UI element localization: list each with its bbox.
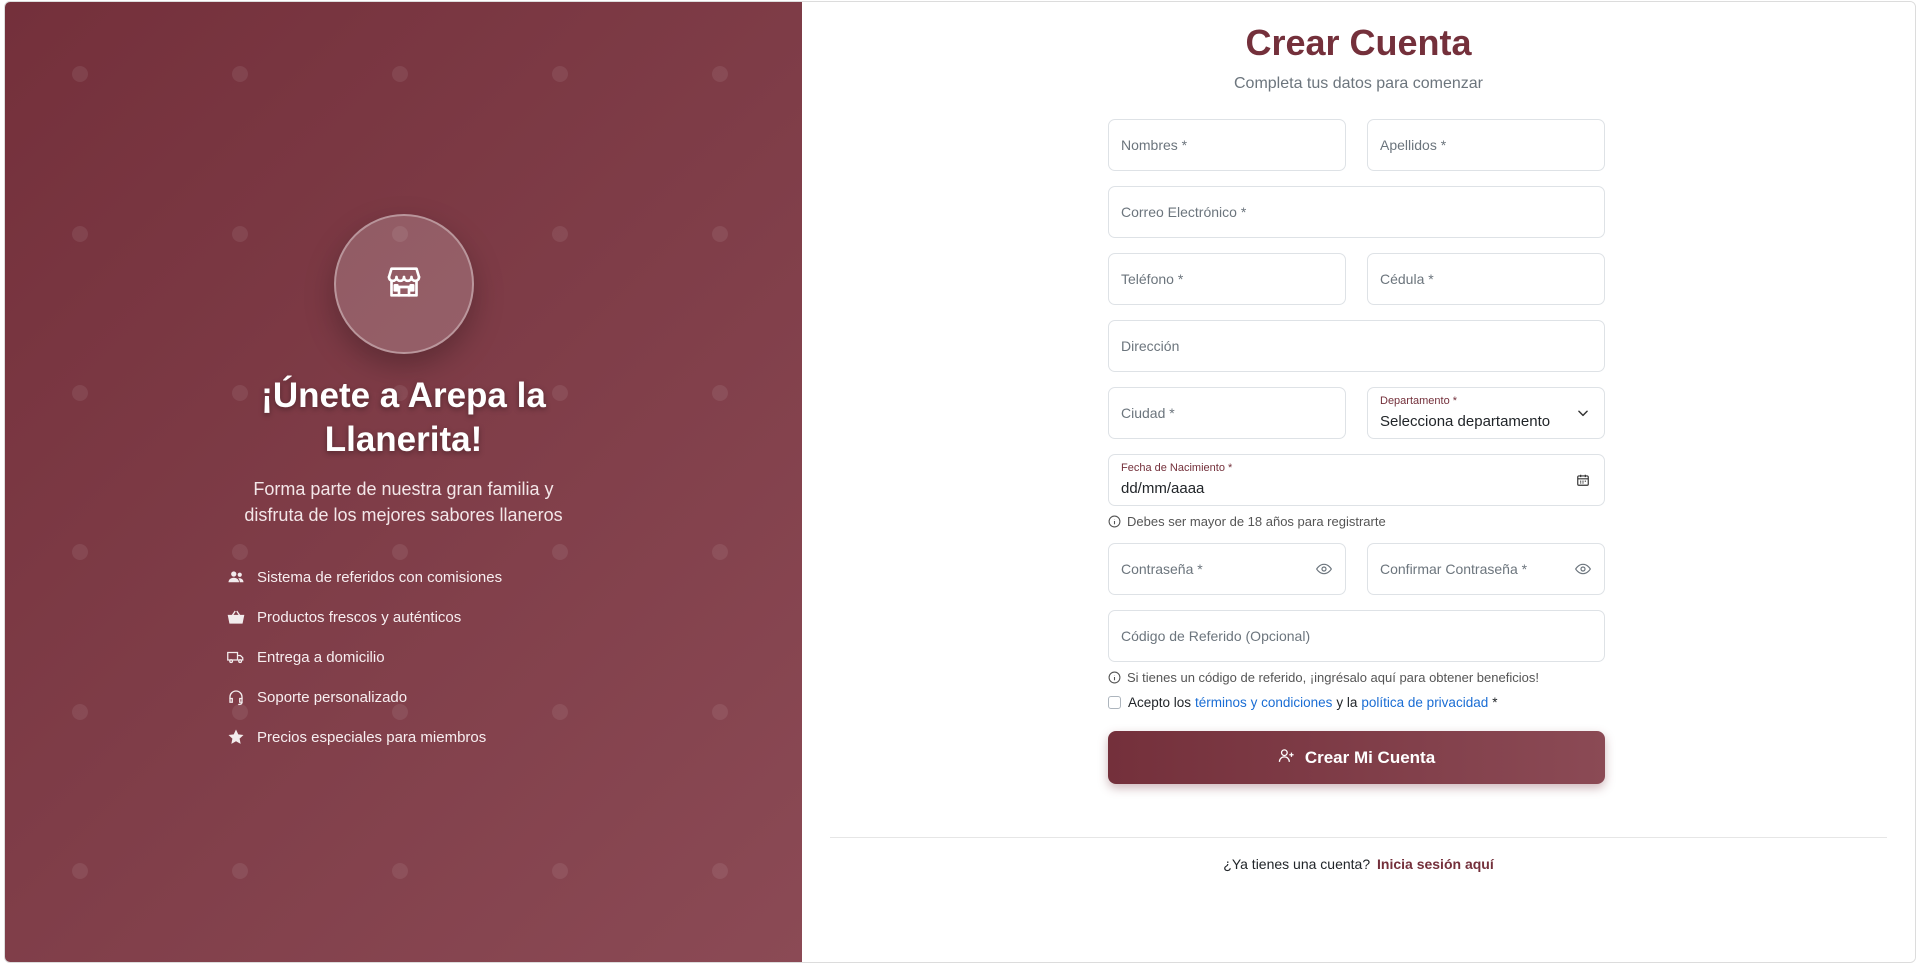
- department-select[interactable]: Departamento * Selecciona departamento: [1367, 387, 1605, 439]
- birthdate-help: Debes ser mayor de 18 años para registra…: [1108, 514, 1605, 529]
- city-field[interactable]: Ciudad *: [1108, 387, 1346, 439]
- page-frame: ¡Únete a Arepa la Llanerita! Forma parte…: [4, 1, 1916, 963]
- decor-dot: [392, 863, 408, 879]
- terms-middle: y la: [1336, 695, 1358, 710]
- brand-hero: ¡Únete a Arepa la Llanerita! Forma parte…: [5, 214, 802, 528]
- decor-dot: [712, 704, 728, 720]
- basket-icon: [225, 606, 247, 628]
- eye-icon[interactable]: [1315, 560, 1333, 578]
- birthdate-label: Fecha de Nacimiento *: [1121, 462, 1233, 474]
- brand-subheading: Forma parte de nuestra gran familia y di…: [244, 479, 563, 525]
- page-title: Crear Cuenta: [1245, 22, 1472, 63]
- decor-dot: [232, 66, 248, 82]
- decor-dot: [552, 704, 568, 720]
- register-form: Nombres * Apellidos * Correo Electrónico…: [1108, 119, 1605, 784]
- city-placeholder: Ciudad *: [1121, 405, 1175, 421]
- id-number-placeholder: Cédula *: [1380, 271, 1434, 287]
- confirm-password-field[interactable]: Confirmar Contraseña *: [1367, 543, 1605, 595]
- decor-dot: [552, 863, 568, 879]
- referral-help-text: Si tienes un código de referido, ¡ingrés…: [1127, 670, 1539, 685]
- brand-panel: ¡Únete a Arepa la Llanerita! Forma parte…: [5, 2, 802, 962]
- decor-dot: [392, 66, 408, 82]
- decor-dot: [552, 66, 568, 82]
- decor-dot: [712, 66, 728, 82]
- email-placeholder: Correo Electrónico *: [1121, 204, 1247, 220]
- id-number-field[interactable]: Cédula *: [1367, 253, 1605, 305]
- password-field[interactable]: Contraseña *: [1108, 543, 1346, 595]
- phone-field[interactable]: Teléfono *: [1108, 253, 1346, 305]
- list-item: Entrega a domicilio: [225, 637, 502, 677]
- calendar-icon[interactable]: [1574, 471, 1592, 489]
- confirm-password-placeholder: Confirmar Contraseña *: [1380, 561, 1528, 577]
- create-account-label: Crear Mi Cuenta: [1304, 747, 1436, 767]
- decor-dot: [712, 544, 728, 560]
- first-name-placeholder: Nombres *: [1121, 137, 1188, 153]
- brand-heading: ¡Únete a Arepa la Llanerita!: [261, 376, 546, 459]
- divider: [830, 837, 1887, 838]
- referral-help: Si tienes un código de referido, ¡ingrés…: [1108, 670, 1605, 685]
- login-prompt-text: ¿Ya tienes una cuenta?: [1223, 856, 1371, 872]
- list-item: Soporte personalizado: [225, 677, 502, 717]
- terms-prefix: Acepto los: [1128, 695, 1192, 710]
- login-link[interactable]: Inicia sesión aquí: [1377, 856, 1494, 872]
- phone-placeholder: Teléfono *: [1121, 271, 1184, 287]
- first-name-field[interactable]: Nombres *: [1108, 119, 1346, 171]
- feature-label: Entrega a domicilio: [257, 648, 385, 666]
- department-value: Selecciona departamento: [1380, 413, 1551, 430]
- birthdate-field[interactable]: Fecha de Nacimiento * dd/mm/aaaa: [1108, 454, 1605, 506]
- address-field[interactable]: Dirección: [1108, 320, 1605, 372]
- decor-dot: [232, 863, 248, 879]
- referral-code-field[interactable]: Código de Referido (Opcional): [1108, 610, 1605, 662]
- list-item: Precios especiales para miembros: [225, 717, 502, 757]
- feature-label: Productos frescos y auténticos: [257, 608, 462, 626]
- terms-checkbox[interactable]: [1108, 696, 1121, 709]
- password-placeholder: Contraseña *: [1121, 561, 1203, 577]
- eye-icon[interactable]: [1574, 560, 1592, 578]
- headset-icon: [225, 686, 247, 708]
- terms-link[interactable]: términos y condiciones: [1195, 695, 1332, 710]
- create-account-button[interactable]: Crear Mi Cuenta: [1108, 731, 1605, 784]
- privacy-link[interactable]: política de privacidad: [1361, 695, 1488, 710]
- register-panel: Crear Cuenta Completa tus datos para com…: [802, 2, 1915, 962]
- feature-label: Sistema de referidos con comisiones: [257, 568, 503, 586]
- terms-required-mark: *: [1492, 695, 1498, 710]
- logo-badge: [333, 214, 474, 354]
- truck-icon: [225, 646, 247, 668]
- page-subtitle: Completa tus datos para comenzar: [1233, 75, 1483, 92]
- address-placeholder: Dirección: [1121, 338, 1180, 354]
- terms-consent: Acepto los términos y condiciones y la p…: [1108, 695, 1605, 710]
- info-icon: [1108, 515, 1121, 528]
- decor-dot: [72, 66, 88, 82]
- decor-dot: [72, 704, 88, 720]
- login-prompt: ¿Ya tienes una cuenta? Inicia sesión aqu…: [802, 856, 1915, 872]
- email-field[interactable]: Correo Electrónico *: [1108, 186, 1605, 238]
- last-name-field[interactable]: Apellidos *: [1367, 119, 1605, 171]
- decor-dot: [552, 544, 568, 560]
- referral-code-placeholder: Código de Referido (Opcional): [1121, 628, 1311, 644]
- birthdate-help-text: Debes ser mayor de 18 años para registra…: [1127, 514, 1386, 529]
- decor-dot: [72, 863, 88, 879]
- chevron-down-icon[interactable]: [1574, 404, 1592, 422]
- list-item: Sistema de referidos con comisiones: [225, 557, 502, 597]
- last-name-placeholder: Apellidos *: [1380, 137, 1447, 153]
- feature-label: Soporte personalizado: [257, 688, 408, 706]
- user-plus-icon: [1278, 747, 1295, 769]
- decor-dot: [72, 544, 88, 560]
- list-item: Productos frescos y auténticos: [225, 597, 502, 637]
- store-icon: [384, 262, 424, 307]
- info-icon: [1108, 671, 1121, 684]
- birthdate-value: dd/mm/aaaa: [1121, 480, 1205, 497]
- department-label: Departamento *: [1380, 395, 1458, 407]
- feature-list: Sistema de referidos con comisiones Prod…: [225, 557, 502, 757]
- decor-dot: [712, 863, 728, 879]
- feature-label: Precios especiales para miembros: [257, 728, 487, 746]
- users-icon: [225, 566, 247, 588]
- star-icon: [225, 726, 247, 748]
